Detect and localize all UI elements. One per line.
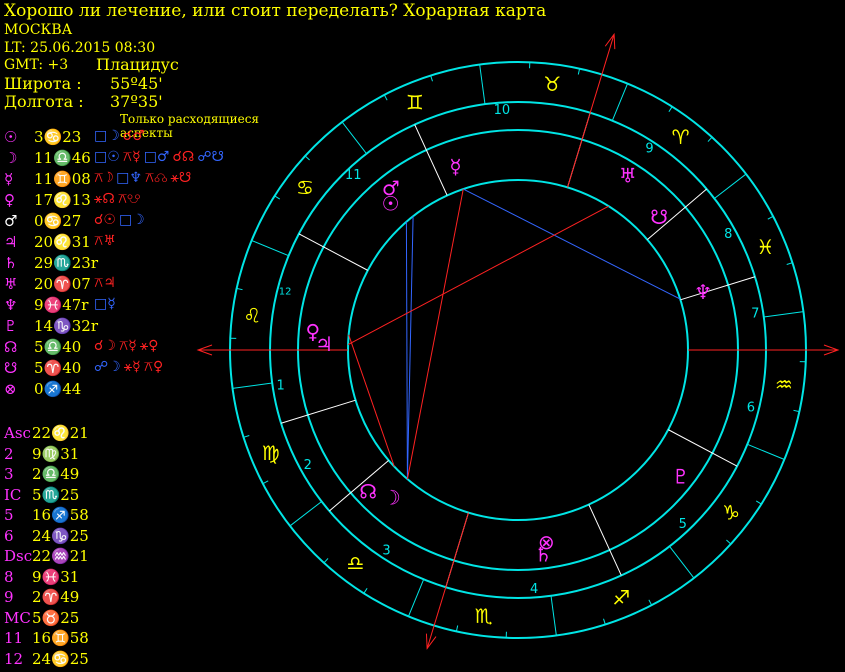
degree-tick <box>707 136 713 142</box>
aspect-line <box>406 188 464 480</box>
zodiac-sign-icon: ♉ <box>543 72 561 96</box>
planet-glyph-icon: ☿ <box>449 154 461 178</box>
house-ring <box>297 129 739 571</box>
planet-glyph-icon: ☋ <box>650 205 668 229</box>
degree-tick <box>668 106 673 113</box>
house-number: 4 <box>530 582 538 597</box>
degree-tick <box>430 75 433 82</box>
planet-glyph-icon: ♅ <box>619 164 637 188</box>
sign-boundary <box>289 501 322 527</box>
degree-tick <box>363 587 368 594</box>
planet-glyph-icon: ⊗ <box>538 530 555 554</box>
zodiac-sign-icon: ♎ <box>346 551 364 575</box>
degree-tick <box>383 94 388 101</box>
zodiac-sign-icon: ♑ <box>722 501 740 525</box>
house-number: 2 <box>304 458 312 473</box>
house-number: 3 <box>382 543 390 558</box>
zodiac-sign-icon: ♓ <box>756 235 774 259</box>
aspect-line <box>405 221 408 480</box>
planet-glyph-icon: ☽ <box>383 485 401 509</box>
house-number: 8 <box>724 227 732 242</box>
degree-tick <box>786 262 793 265</box>
sign-boundary <box>341 121 367 154</box>
degree-tick <box>755 500 762 505</box>
planet-glyph-icon: ☊ <box>359 479 377 503</box>
planet-glyph-icon: ♃ <box>315 332 333 356</box>
aspect-line <box>347 205 609 346</box>
planet-glyph-icon: ♂ <box>382 176 400 200</box>
degree-tick <box>236 287 243 291</box>
degree-tick <box>262 480 269 485</box>
aspect-line <box>463 188 681 300</box>
horary-chart-wheel: ♈♉♊♋♌♍♎♏♐♑♒♓123456789101112☉♂☽☊☿♀♃♄⊗♇♆♅☋ <box>196 32 840 650</box>
sign-boundary <box>408 579 425 617</box>
house-number: 9 <box>645 142 653 157</box>
inner-ring <box>347 179 689 521</box>
house-cusp-line <box>588 504 622 576</box>
house-number: 1 <box>277 378 285 393</box>
house-number: 12 <box>279 287 292 298</box>
imum-coeli-axis <box>426 512 469 649</box>
degree-tick <box>304 155 310 161</box>
degree-tick <box>243 435 250 438</box>
degree-tick <box>274 195 281 200</box>
degree-tick <box>767 215 774 220</box>
house-number: 11 <box>345 168 362 183</box>
degree-tick <box>793 409 800 413</box>
zodiac-sign-icon: ♈ <box>672 125 690 149</box>
house-cusp-line <box>680 276 756 301</box>
planet-glyph-icon: ♆ <box>694 280 712 304</box>
house-number: 5 <box>679 517 687 532</box>
degree-tick <box>726 539 732 545</box>
planet-glyph-icon: ♇ <box>672 464 690 488</box>
midheaven-axis <box>567 34 615 188</box>
sign-boundary <box>763 311 804 318</box>
sign-boundary <box>232 382 273 389</box>
zodiac-sign-icon: ♊ <box>406 91 424 115</box>
aspect-line <box>406 216 414 480</box>
zodiac-sign-icon: ♒ <box>775 372 793 396</box>
sign-boundary <box>611 83 628 121</box>
house-cusp-line <box>414 124 448 196</box>
zodiac-sign-icon: ♐ <box>612 585 630 609</box>
sign-boundary <box>479 64 486 105</box>
zodiac-sign-icon: ♍ <box>262 441 280 465</box>
house-cusp-line <box>298 233 369 271</box>
house-cusp-line <box>280 399 356 424</box>
sign-boundary <box>251 240 289 257</box>
zodiac-sign-icon: ♏ <box>475 604 493 628</box>
house-number: 7 <box>751 307 759 322</box>
house-number: 6 <box>747 400 755 415</box>
sign-boundary <box>747 443 785 460</box>
zodiac-sign-icon: ♋ <box>296 175 314 199</box>
house-number: 10 <box>494 103 511 118</box>
zodiac-sign-icon: ♌ <box>243 304 261 328</box>
sign-boundary <box>714 173 747 199</box>
degree-tick <box>577 68 581 75</box>
degree-tick <box>455 625 459 632</box>
degree-tick <box>603 618 606 625</box>
degree-tick <box>323 558 329 564</box>
sign-boundary <box>669 546 695 579</box>
house-cusp-line <box>667 429 738 467</box>
degree-tick <box>648 599 653 606</box>
sign-boundary <box>550 595 557 636</box>
